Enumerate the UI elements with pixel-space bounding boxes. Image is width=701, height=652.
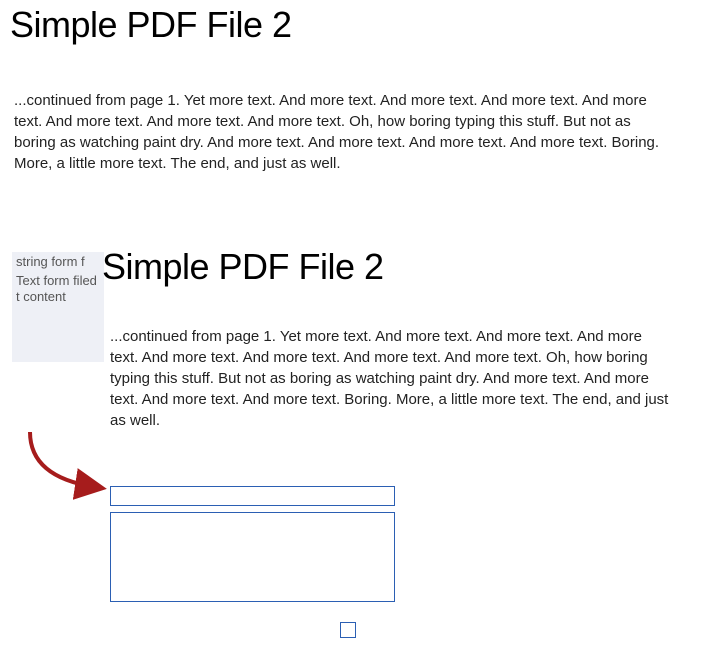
- overlay-page-title: Simple PDF File 2: [102, 246, 384, 288]
- text-field-single[interactable]: [110, 486, 395, 506]
- form-field-label: string form f: [16, 254, 100, 269]
- form-field-content: Text form filed t content: [16, 273, 100, 304]
- page-title: Simple PDF File 2: [10, 4, 292, 46]
- annotation-arrow-icon: [20, 422, 110, 502]
- text-field-multiline[interactable]: [110, 512, 395, 602]
- form-field-preview: string form f Text form filed t content: [12, 252, 104, 362]
- overlay-page-body-text: ...continued from page 1. Yet more text.…: [110, 326, 670, 431]
- checkbox-field[interactable]: [340, 622, 356, 638]
- page-body-text: ...continued from page 1. Yet more text.…: [14, 90, 664, 174]
